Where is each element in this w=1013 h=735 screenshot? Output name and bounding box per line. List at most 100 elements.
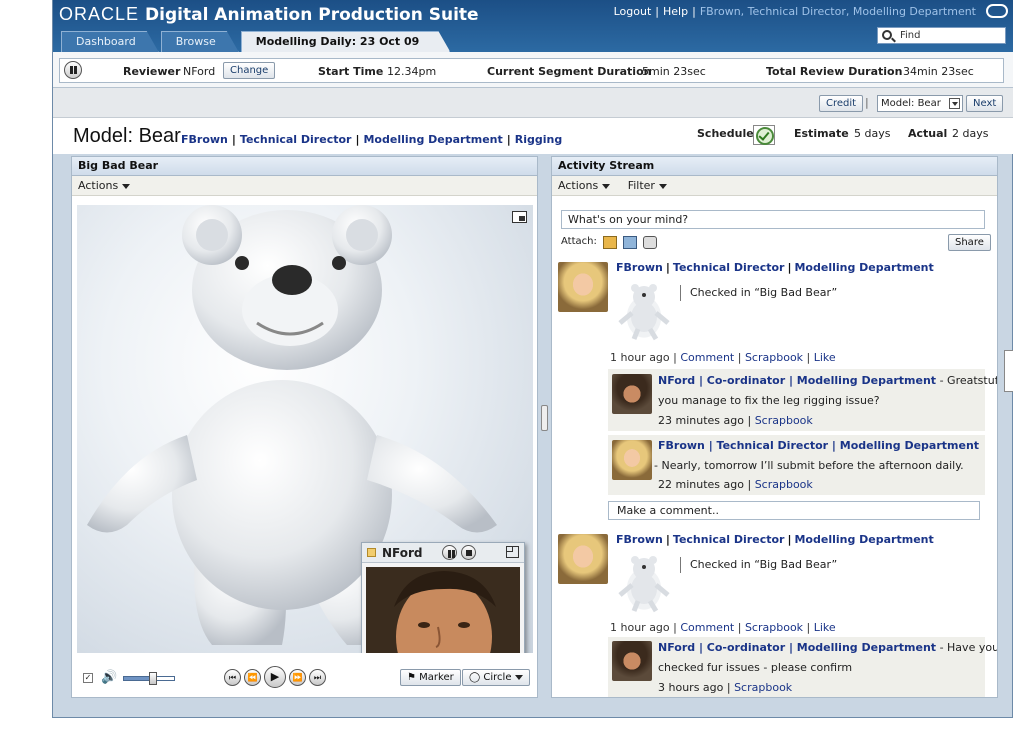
comment-input[interactable]: Make a comment..	[608, 501, 980, 520]
rewind-button[interactable]: ⏪	[244, 669, 261, 686]
comment-link[interactable]: Comment	[680, 351, 734, 364]
post-meta: 1 hour ago | Comment | Scrapbook | Like	[610, 621, 836, 634]
tab-bar: Dashboard Browse Modelling Daily: 23 Oct…	[61, 31, 452, 52]
flag-icon: ⚑	[407, 672, 416, 683]
loop-checkbox[interactable]: ✓	[83, 673, 93, 683]
owner-link[interactable]: FBrown	[181, 133, 228, 146]
volume-handle[interactable]	[148, 672, 157, 685]
image-attach-icon[interactable]	[603, 236, 617, 249]
start-time-label: Start Time	[318, 65, 384, 78]
pause-review-button[interactable]	[64, 61, 82, 79]
stop-call-icon[interactable]	[461, 545, 476, 560]
post-body: Checked in “Big Bad Bear”	[690, 558, 838, 571]
next-button[interactable]: Next	[966, 95, 1004, 112]
author-role-link[interactable]: Technical Director	[673, 261, 785, 274]
actions-label: Actions	[558, 179, 599, 192]
file-attach-icon[interactable]	[623, 236, 637, 249]
scrapbook-link[interactable]: Scrapbook	[745, 621, 803, 634]
preview-actions-menu[interactable]: Actions	[72, 176, 537, 196]
activity-actions-menu[interactable]: Actions	[558, 179, 611, 192]
comment-text-1: - Greatstuff, did	[939, 374, 997, 387]
review-info: Reviewer NFord Change Start Time 12.34pm…	[59, 58, 1004, 83]
skip-start-button[interactable]: ⏮	[224, 669, 241, 686]
comment-author[interactable]: NFord | Co-ordinator | Modelling Departm…	[658, 374, 936, 387]
author-name-link[interactable]: FBrown	[616, 261, 663, 274]
tab-modelling-daily[interactable]: Modelling Daily: 23 Oct 09	[241, 31, 451, 52]
model-viewer[interactable]: NFord	[77, 205, 533, 653]
actual-label: Actual	[908, 127, 948, 140]
status-input[interactable]: What's on your mind?	[561, 210, 985, 229]
post-thumbnail[interactable]	[614, 281, 674, 341]
video-call-window[interactable]: NFord	[361, 542, 525, 653]
stage-link[interactable]: Rigging	[515, 133, 562, 146]
chevron-down-icon	[949, 98, 960, 109]
bear-thumbnail-image	[618, 284, 670, 341]
comment-link[interactable]: Comment	[680, 621, 734, 634]
volume-slider[interactable]	[123, 672, 175, 685]
comment-line-1: NFord | Co-ordinator | Modelling Departm…	[658, 641, 997, 654]
avatar[interactable]	[558, 534, 608, 584]
volume-icon[interactable]: 🔊	[101, 670, 117, 685]
like-link[interactable]: Like	[814, 351, 836, 364]
avatar[interactable]	[612, 440, 652, 480]
logout-link[interactable]: Logout	[614, 5, 652, 18]
scrapbook-link[interactable]: Scrapbook	[755, 414, 813, 427]
camera-attach-icon[interactable]	[643, 236, 657, 249]
preview-panel-title: Big Bad Bear	[72, 157, 537, 176]
link-separator: |	[506, 133, 511, 146]
panel-splitter[interactable]	[541, 405, 548, 431]
activity-panel: Activity Stream Actions Filter What's on…	[551, 156, 998, 698]
pause-call-icon[interactable]	[442, 545, 457, 560]
app-brand: ORACLE Digital Animation Production Suite	[59, 4, 479, 25]
play-button[interactable]: ▶	[264, 666, 286, 688]
model-select[interactable]: Model: Bear	[877, 95, 963, 112]
avatar[interactable]	[612, 374, 652, 414]
like-link[interactable]: Like	[814, 621, 836, 634]
skip-end-button[interactable]: ⏭	[309, 669, 326, 686]
role-link[interactable]: Technical Director	[240, 133, 352, 146]
author-name-link[interactable]: FBrown	[616, 533, 663, 546]
scrapbook-link[interactable]: Scrapbook	[755, 478, 813, 491]
playback-controls: ✓ 🔊 ⏮ ⏪ ▶ ⏩ ⏭ ⚑ Marker ◯ Circle	[77, 665, 533, 691]
help-link[interactable]: Help	[663, 5, 688, 18]
avatar[interactable]	[612, 641, 652, 681]
comment-author[interactable]: NFord | Co-ordinator | Modelling Departm…	[658, 641, 936, 654]
fast-forward-button[interactable]: ⏩	[289, 669, 306, 686]
scrapbook-link[interactable]: Scrapbook	[734, 681, 792, 694]
link-separator: |	[787, 261, 792, 274]
credit-button[interactable]: Credit	[819, 95, 864, 112]
circle-button[interactable]: ◯ Circle	[462, 669, 531, 686]
app-window: ORACLE Digital Animation Production Suite…	[52, 0, 1013, 718]
filter-menu[interactable]: Filter	[628, 179, 667, 192]
find-label: Find	[900, 30, 921, 41]
comment-author[interactable]: FBrown | Technical Director | Modelling …	[658, 439, 979, 452]
expand-icon[interactable]	[506, 546, 519, 558]
post-thumbnail[interactable]	[614, 553, 674, 613]
comment-time: 23 minutes ago	[658, 414, 744, 427]
author-dept-link[interactable]: Modelling Department	[794, 261, 933, 274]
activity-panel-title: Activity Stream	[552, 157, 997, 176]
find-input[interactable]: Find	[877, 27, 1006, 44]
comment-line-1: NFord | Co-ordinator | Modelling Departm…	[658, 374, 997, 387]
change-reviewer-button[interactable]: Change	[223, 62, 276, 79]
post-meta: 1 hour ago | Comment | Scrapbook | Like	[610, 351, 836, 364]
avatar[interactable]	[558, 262, 608, 312]
share-button[interactable]: Share	[948, 234, 991, 251]
scrapbook-link[interactable]: Scrapbook	[745, 351, 803, 364]
power-icon[interactable]	[986, 4, 1008, 18]
minimize-icon[interactable]	[367, 548, 376, 557]
tab-browse[interactable]: Browse	[161, 31, 239, 52]
author-role-link[interactable]: Technical Director	[673, 533, 785, 546]
department-link[interactable]: Modelling Department	[363, 133, 502, 146]
tab-dashboard[interactable]: Dashboard	[61, 31, 159, 52]
link-separator: |	[655, 5, 660, 18]
link-separator: |	[231, 133, 236, 146]
author-dept-link[interactable]: Modelling Department	[794, 533, 933, 546]
model-breadcrumb: FBrown | Technical Director | Modelling Depa…	[181, 133, 562, 146]
popout-icon[interactable]	[512, 211, 527, 223]
side-collapse-handle[interactable]	[1004, 350, 1013, 392]
marker-label: Marker	[419, 672, 454, 683]
marker-button[interactable]: ⚑ Marker	[400, 669, 461, 686]
actual-value: 2 days	[952, 127, 989, 140]
bear-thumbnail-image	[618, 556, 670, 613]
